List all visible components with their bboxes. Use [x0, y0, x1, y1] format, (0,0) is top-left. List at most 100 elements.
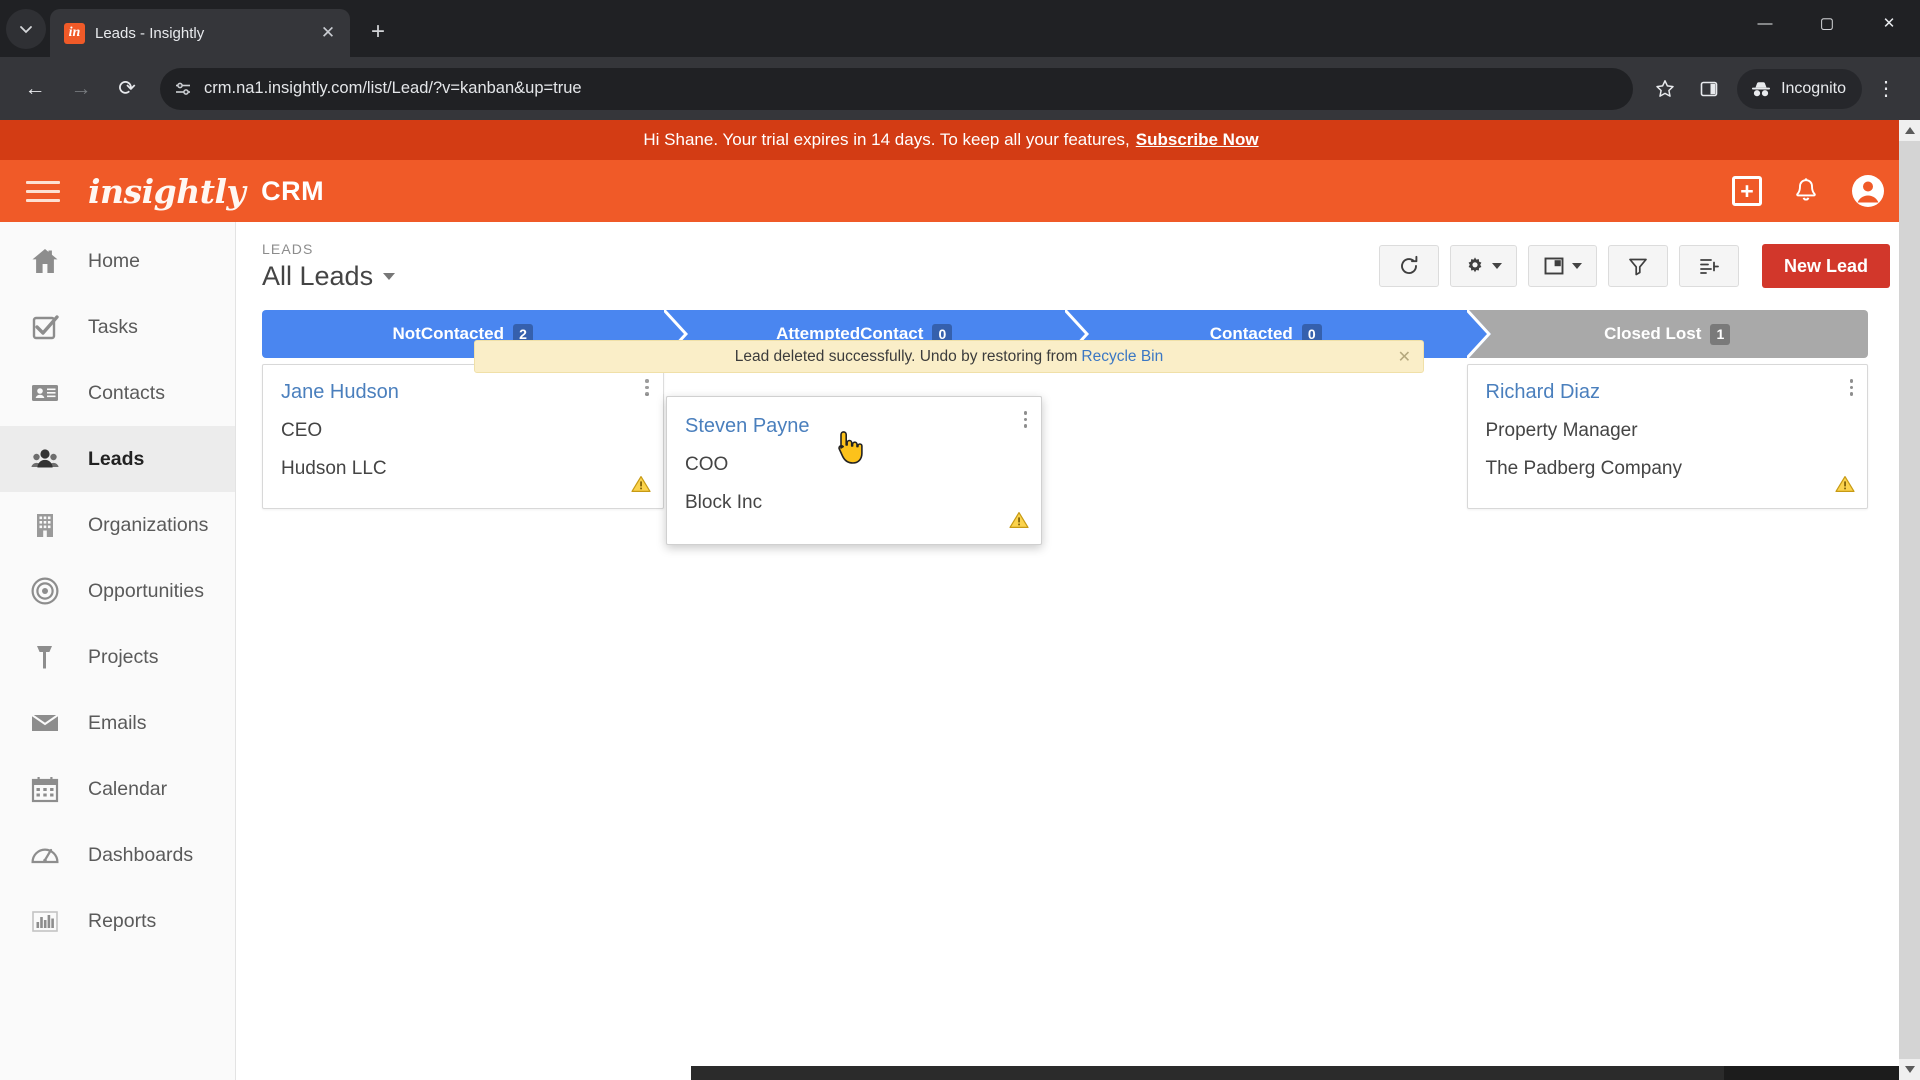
refresh-button[interactable] [1378, 245, 1439, 287]
minimize-button[interactable]: — [1734, 0, 1796, 46]
sidebar-item-label: Contacts [88, 381, 165, 404]
sidebar-item-label: Reports [88, 909, 157, 932]
warning-icon[interactable] [1009, 511, 1029, 534]
new-tab-button[interactable]: + [358, 12, 398, 52]
sidebar-item-leads[interactable]: Leads [0, 426, 235, 492]
close-window-button[interactable]: ✕ [1858, 0, 1920, 46]
sidebar-item-label: Dashboards [88, 843, 194, 866]
sidebar-item-organizations[interactable]: Organizations [0, 492, 235, 558]
list-toolbar: LEADS All Leads New Lead [236, 222, 1920, 310]
stage-label: Closed Lost [1604, 324, 1702, 343]
tab-search-button[interactable] [6, 9, 46, 49]
browser-window: in Leads - Insightly ✕ + — ▢ ✕ ← → ⟳ crm… [0, 0, 1920, 1080]
sidebar-item-label: Leads [88, 447, 145, 470]
insightly-logo[interactable]: insightly [88, 175, 246, 208]
chevron-down-icon [1571, 263, 1582, 269]
chevron-down-icon [20, 26, 32, 34]
toast-message: Lead deleted successfully. Undo by resto… [734, 347, 1078, 365]
view-button[interactable] [1527, 245, 1597, 287]
sidebar-item-projects[interactable]: Projects [0, 624, 235, 690]
sidebar-item-label: Tasks [88, 315, 138, 338]
lead-name[interactable]: Richard Diaz [1486, 381, 1850, 404]
kanban-board: NotContacted 2 AttemptedContact 0 Contac… [236, 310, 1920, 1066]
stage-count-badge: 1 [1710, 323, 1731, 345]
trial-banner: Hi Shane. Your trial expires in 14 days.… [0, 120, 1920, 160]
contacts-icon [28, 376, 62, 410]
product-label: CRM [261, 175, 325, 206]
browser-tab[interactable]: in Leads - Insightly ✕ [50, 9, 350, 57]
side-panel-icon[interactable] [1689, 69, 1729, 109]
favicon-text: in [68, 25, 81, 40]
user-avatar[interactable] [1850, 173, 1886, 209]
filter-button[interactable] [1607, 245, 1668, 287]
quick-add-button[interactable]: + [1732, 176, 1762, 206]
calendar-icon [28, 772, 62, 806]
gear-icon [1468, 257, 1482, 273]
kanban-stage-closedlost[interactable]: Closed Lost 1 [1466, 310, 1868, 358]
card-menu-icon[interactable] [1023, 411, 1027, 428]
browser-menu-button[interactable]: ⋮ [1866, 69, 1906, 109]
hamburger-menu[interactable] [26, 180, 60, 202]
lead-title: CEO [281, 420, 323, 441]
bell-icon[interactable] [1792, 176, 1820, 206]
sidebar-item-dashboards[interactable]: Dashboards [0, 822, 235, 888]
sidebar-item-emails[interactable]: Emails [0, 690, 235, 756]
sidebar-item-reports[interactable]: Reports [0, 888, 235, 954]
sidebar-item-home[interactable]: Home [0, 228, 235, 294]
breadcrumb: LEADS [262, 240, 314, 257]
new-lead-button[interactable]: New Lead [1761, 244, 1890, 288]
recycle-bin-link[interactable]: Recycle Bin [1081, 348, 1163, 366]
incognito-indicator[interactable]: Incognito [1737, 68, 1862, 109]
emails-icon [28, 706, 62, 740]
bookmark-star-icon[interactable] [1645, 69, 1685, 109]
scroll-down-button[interactable] [1899, 1059, 1920, 1080]
stage-arrow-icon [1466, 310, 1491, 358]
scroll-up-button[interactable] [1899, 120, 1920, 141]
incognito-icon [1752, 81, 1771, 96]
lead-name[interactable]: Jane Hudson [281, 381, 645, 404]
vertical-scrollbar[interactable] [1899, 120, 1920, 1080]
home-icon [28, 244, 62, 278]
reports-icon [28, 904, 62, 938]
url-text[interactable]: crm.na1.insightly.com/list/Lead/?v=kanba… [204, 79, 582, 98]
sidebar-item-label: Calendar [88, 777, 168, 800]
lead-card[interactable]: Jane Hudson CEO Hudson LLC [262, 364, 664, 509]
sidebar-item-calendar[interactable]: Calendar [0, 756, 235, 822]
sidebar-item-tasks[interactable]: Tasks [0, 294, 235, 360]
warning-icon[interactable] [1835, 475, 1855, 498]
toast-close-icon[interactable]: ✕ [1398, 347, 1411, 367]
horizontal-scrollbar[interactable] [236, 1066, 1920, 1080]
lead-company: Block Inc [685, 492, 763, 513]
page-title: All Leads [262, 260, 374, 291]
chevron-down-icon [383, 272, 396, 280]
toolbar-actions: New Lead [1378, 244, 1890, 288]
scrollbar-thumb[interactable] [691, 1066, 1724, 1080]
subscribe-now-link[interactable]: Subscribe Now [1136, 130, 1259, 150]
projects-icon [28, 640, 62, 674]
sidebar-item-opportunities[interactable]: Opportunities [0, 558, 235, 624]
lead-card[interactable]: Richard Diaz Property Manager The Padber… [1466, 364, 1868, 509]
card-menu-icon[interactable] [1849, 379, 1853, 396]
reload-button[interactable]: ⟳ [106, 68, 148, 110]
back-button[interactable]: ← [14, 68, 56, 110]
address-bar[interactable]: crm.na1.insightly.com/list/Lead/?v=kanba… [160, 67, 1634, 110]
window-controls: — ▢ ✕ [1734, 0, 1920, 46]
kanban-column-notcontacted[interactable]: Jane Hudson CEO Hudson LLC [262, 358, 664, 509]
list-selector[interactable]: All Leads [262, 260, 396, 292]
dashboards-icon [28, 838, 62, 872]
sidebar-item-label: Emails [88, 711, 147, 734]
close-icon[interactable]: ✕ [316, 21, 340, 45]
site-settings-icon[interactable] [174, 80, 192, 98]
page-viewport: Hi Shane. Your trial expires in 14 days.… [0, 120, 1920, 1080]
sidebar-item-contacts[interactable]: Contacts [0, 360, 235, 426]
kanban-column-closedlost[interactable]: Richard Diaz Property Manager The Padber… [1466, 358, 1868, 509]
lead-title: Property Manager [1485, 420, 1638, 441]
sort-button[interactable] [1678, 245, 1739, 287]
sidebar-item-label: Projects [88, 645, 159, 668]
settings-button[interactable] [1449, 245, 1517, 287]
maximize-button[interactable]: ▢ [1796, 0, 1858, 46]
leads-icon [28, 442, 62, 476]
opportunities-icon [28, 574, 62, 608]
trial-banner-text: Hi Shane. Your trial expires in 14 days.… [643, 130, 1130, 149]
warning-icon[interactable] [630, 475, 651, 498]
